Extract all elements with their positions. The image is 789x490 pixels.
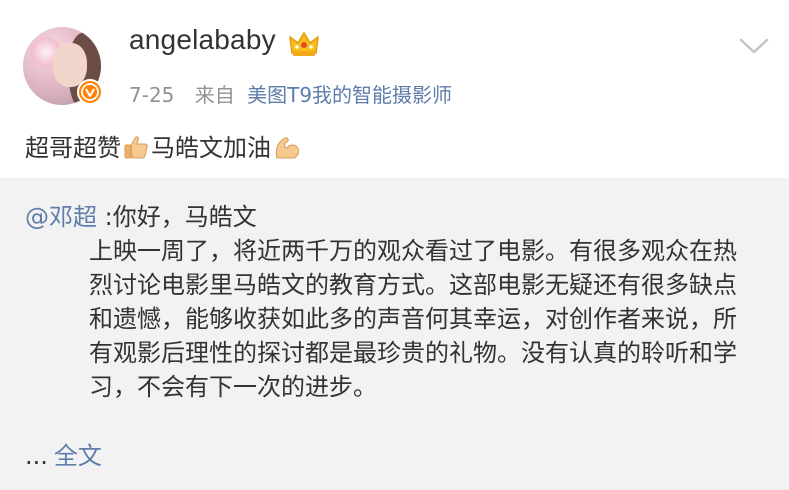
full-text-link[interactable]: 全文 xyxy=(54,442,102,470)
repost-card[interactable]: @邓超 :你好，马皓文 上映一周了，将近两千万的观众看过了电影。有很多观众在热烈… xyxy=(0,178,789,490)
ellipsis: ... xyxy=(25,442,48,470)
thumbs-up-emoji xyxy=(124,136,148,159)
post-header: angelababy 7-25 来自 美图T9我的智能摄影师 xyxy=(0,0,789,120)
flexed-biceps-emoji xyxy=(275,137,299,159)
repost-greeting: :你好，马皓文 xyxy=(97,203,257,231)
post-text-part1: 超哥超赞 xyxy=(25,134,121,162)
more-row: ... 全文 xyxy=(25,436,102,471)
post-time: 7-25 xyxy=(129,83,175,107)
repost-text: @邓超 :你好，马皓文 上映一周了，将近两千万的观众看过了电影。有很多观众在热烈… xyxy=(25,200,755,404)
verified-badge-icon xyxy=(77,79,103,105)
chevron-down-icon[interactable] xyxy=(738,36,770,56)
source-link[interactable]: 美图T9我的智能摄影师 xyxy=(247,83,452,107)
post-meta: 7-25 来自 美图T9我的智能摄影师 xyxy=(129,79,452,108)
username[interactable]: angelababy xyxy=(129,24,276,56)
from-label: 来自 xyxy=(194,83,235,107)
repost-body: 上映一周了，将近两千万的观众看过了电影。有很多观众在热烈讨论电影里马皓文的教育方… xyxy=(89,237,737,401)
post-text: 超哥超赞 马皓文加油 xyxy=(25,128,303,163)
post-text-part2: 马皓文加油 xyxy=(151,134,271,162)
crown-icon[interactable] xyxy=(288,29,320,59)
mention-link[interactable]: @邓超 xyxy=(25,203,97,231)
repost-greeting-line: @邓超 :你好，马皓文 xyxy=(25,200,755,234)
